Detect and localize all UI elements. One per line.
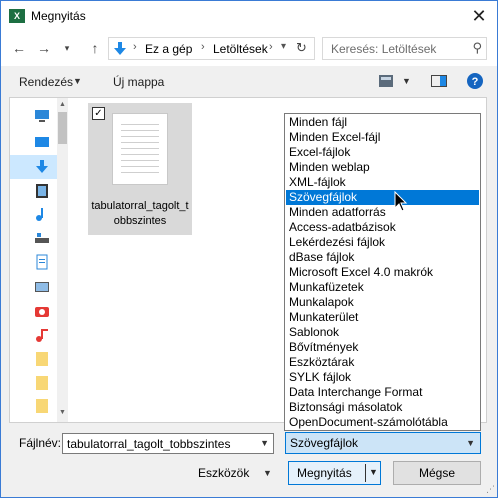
music-icon[interactable] bbox=[34, 206, 50, 222]
file-type-dropdown-list[interactable]: Minden fájl Minden Excel-fájl Excel-fájl… bbox=[284, 113, 481, 431]
file-type-option[interactable]: Bővítmények bbox=[286, 340, 479, 355]
command-bar: Rendezés ▼ Új mappa ▼ ? bbox=[1, 66, 497, 96]
scroll-down-icon[interactable]: ▼ bbox=[59, 409, 66, 416]
pictures-icon[interactable] bbox=[34, 279, 50, 295]
filename-label: Fájlnév: bbox=[19, 436, 62, 450]
file-type-option[interactable]: XML-fájlok bbox=[286, 175, 479, 190]
recent-locations-chevron-icon[interactable]: ▾ bbox=[59, 43, 75, 54]
downloads-icon[interactable] bbox=[34, 159, 50, 175]
scroll-thumb[interactable] bbox=[58, 112, 67, 144]
breadcrumb-separator-icon: › bbox=[133, 41, 137, 53]
open-dialog: X Megnyitás ✕ ← → ▾ ↑ › Ez a gép › Letöl… bbox=[0, 0, 498, 498]
search-box[interactable]: Keresés: Letöltések ⚲ bbox=[322, 37, 487, 60]
drive-icon[interactable] bbox=[34, 230, 50, 246]
preview-pane-icon[interactable] bbox=[431, 75, 447, 87]
file-type-option[interactable]: OpenDocument-számolótábla bbox=[286, 415, 479, 430]
address-dropdown-icon[interactable]: ▾ bbox=[281, 41, 286, 52]
organize-chevron-icon[interactable]: ▼ bbox=[73, 76, 82, 86]
file-item[interactable]: ✓ tabulatorral_tagolt_tobbszintes bbox=[88, 103, 192, 235]
file-type-option[interactable]: Biztonsági másolatok bbox=[286, 400, 479, 415]
breadcrumb-separator-icon: › bbox=[201, 41, 205, 53]
file-type-option[interactable]: Minden weblap bbox=[286, 160, 479, 175]
this-pc-icon[interactable] bbox=[34, 108, 50, 124]
navigation-bar: ← → ▾ ↑ › Ez a gép › Letöltések › ▾ ↻ Ke… bbox=[1, 32, 497, 66]
breadcrumb-this-pc[interactable]: Ez a gép bbox=[145, 42, 192, 56]
folder-icon[interactable] bbox=[34, 398, 50, 414]
camera-icon[interactable] bbox=[34, 303, 50, 319]
back-arrow-icon[interactable]: ← bbox=[11, 40, 27, 56]
file-type-value: Szövegfájlok bbox=[290, 436, 359, 450]
navigation-pane: ▲ ▼ bbox=[10, 98, 68, 422]
svg-text:?: ? bbox=[472, 76, 479, 88]
file-type-option[interactable]: Sablonok bbox=[286, 325, 479, 340]
new-folder-button[interactable]: Új mappa bbox=[113, 75, 164, 89]
open-button-label: Megnyitás bbox=[297, 466, 352, 480]
file-type-option-selected[interactable]: Szövegfájlok bbox=[286, 190, 479, 205]
help-icon[interactable]: ? bbox=[467, 73, 483, 89]
file-type-option[interactable]: Munkafüzetek bbox=[286, 280, 479, 295]
file-type-option[interactable]: SYLK fájlok bbox=[286, 370, 479, 385]
file-type-option[interactable]: Eszköztárak bbox=[286, 355, 479, 370]
address-bar[interactable]: › Ez a gép › Letöltések › ▾ ↻ bbox=[108, 37, 315, 60]
up-arrow-icon[interactable]: ↑ bbox=[87, 40, 103, 56]
music-note-icon[interactable] bbox=[34, 327, 50, 343]
search-placeholder: Keresés: Letöltések bbox=[331, 42, 437, 56]
title-bar: X Megnyitás ✕ bbox=[1, 1, 497, 32]
file-name-label: tabulatorral_tagolt_tobbszintes bbox=[91, 200, 189, 227]
tools-chevron-icon[interactable]: ▼ bbox=[263, 468, 272, 478]
file-type-option[interactable]: Munkaterület bbox=[286, 310, 479, 325]
file-type-option[interactable]: Excel-fájlok bbox=[286, 145, 479, 160]
view-options-icon[interactable] bbox=[379, 75, 393, 87]
nav-scrollbar[interactable]: ▲ ▼ bbox=[57, 98, 68, 422]
filename-dropdown-icon[interactable]: ▼ bbox=[260, 438, 269, 448]
file-type-option[interactable]: Lekérdezési fájlok bbox=[286, 235, 479, 250]
breadcrumb-downloads[interactable]: Letöltések bbox=[213, 42, 268, 56]
filename-input[interactable]: tabulatorral_tagolt_tobbszintes ▼ bbox=[62, 433, 274, 454]
tools-button[interactable]: Eszközök bbox=[198, 466, 249, 480]
file-type-option[interactable]: Access-adatbázisok bbox=[286, 220, 479, 235]
scroll-up-icon[interactable]: ▲ bbox=[59, 101, 66, 108]
file-type-select[interactable]: Szövegfájlok ▼ bbox=[285, 432, 481, 454]
folder-icon[interactable] bbox=[34, 351, 50, 367]
resize-grip-icon[interactable]: ⋰ bbox=[486, 484, 495, 495]
videos-icon[interactable] bbox=[34, 183, 50, 199]
forward-arrow-icon[interactable]: → bbox=[36, 40, 52, 56]
desktop-icon[interactable] bbox=[34, 134, 50, 150]
file-type-option[interactable]: Minden adatforrás bbox=[286, 205, 479, 220]
mouse-cursor-icon bbox=[394, 191, 408, 212]
excel-icon: X bbox=[9, 9, 25, 23]
file-type-option[interactable]: Microsoft Excel 4.0 makrók bbox=[286, 265, 479, 280]
open-options-chevron-icon[interactable]: ▼ bbox=[369, 467, 378, 477]
file-type-option[interactable]: Minden fájl bbox=[286, 115, 479, 130]
refresh-icon[interactable]: ↻ bbox=[296, 40, 307, 56]
open-button[interactable]: Megnyitás ▼ bbox=[288, 461, 381, 485]
cancel-button[interactable]: Mégse bbox=[393, 461, 481, 485]
file-checkbox[interactable]: ✓ bbox=[92, 107, 105, 120]
file-type-option[interactable]: dBase fájlok bbox=[286, 250, 479, 265]
file-type-option[interactable]: Data Interchange Format bbox=[286, 385, 479, 400]
filename-value: tabulatorral_tagolt_tobbszintes bbox=[67, 437, 231, 451]
close-button[interactable]: ✕ bbox=[467, 5, 491, 27]
document-icon[interactable] bbox=[34, 254, 50, 270]
open-split-divider bbox=[365, 464, 366, 482]
folder-icon[interactable] bbox=[34, 375, 50, 391]
file-type-chevron-icon[interactable]: ▼ bbox=[466, 438, 475, 448]
view-chevron-icon[interactable]: ▼ bbox=[402, 76, 411, 86]
downloads-icon bbox=[114, 42, 126, 55]
text-file-icon bbox=[112, 113, 168, 185]
breadcrumb-separator-icon: › bbox=[269, 41, 273, 53]
search-icon: ⚲ bbox=[472, 40, 482, 55]
file-type-option[interactable]: Minden Excel-fájl bbox=[286, 130, 479, 145]
file-type-option[interactable]: Munkalapok bbox=[286, 295, 479, 310]
window-title: Megnyitás bbox=[31, 9, 86, 23]
organize-button[interactable]: Rendezés bbox=[19, 75, 73, 89]
